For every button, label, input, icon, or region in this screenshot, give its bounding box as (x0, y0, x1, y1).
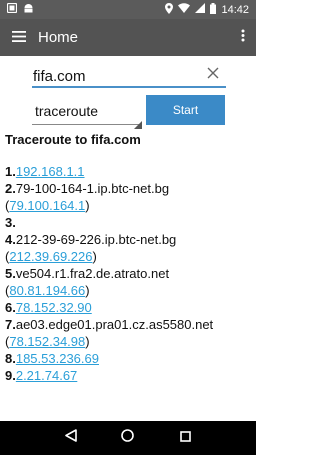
hop-number: 3. (5, 215, 16, 230)
ip-link[interactable]: 78.152.32.90 (16, 300, 92, 315)
result-line: 3. (5, 214, 251, 231)
overflow-menu-button[interactable] (230, 19, 256, 56)
result-line: 4.212-39-69-226.ip.btc-net.bg (5, 231, 251, 248)
android-icon (23, 3, 34, 16)
clear-icon[interactable] (207, 66, 223, 82)
hop-number: 1. (5, 164, 16, 179)
ip-link[interactable]: 80.81.194.66 (9, 283, 85, 298)
host-input[interactable] (32, 62, 226, 88)
home-circle-icon (121, 429, 135, 447)
hop-number: 5. (5, 266, 16, 281)
result-line: (79.100.164.1) (5, 197, 251, 214)
hop-text: ve504.r1.fra2.de.atrato.net (15, 266, 170, 281)
hop-text: ) (92, 249, 97, 264)
app-bar: Home (0, 19, 256, 56)
result-line: 5.ve504.r1.fra2.de.atrato.net (5, 265, 251, 282)
result-line: (80.81.194.66) (5, 282, 251, 299)
hop-text: 79-100-164-1.ip.btc-net.bg (15, 181, 170, 196)
recents-square-icon (180, 429, 191, 447)
ip-link[interactable]: 2.21.74.67 (16, 368, 77, 383)
hop-number: 6. (5, 300, 16, 315)
battery-icon (210, 2, 217, 17)
ip-link[interactable]: 192.168.1.1 (16, 164, 85, 179)
hop-number: 9. (5, 368, 16, 383)
hamburger-menu-icon (12, 29, 26, 47)
hop-number: 7. (5, 317, 16, 332)
status-right-icons: 14:42 (165, 2, 256, 17)
host-field-container (32, 62, 226, 90)
location-pin-icon (165, 2, 174, 17)
app-title: Home (38, 29, 79, 46)
result-line: 7.ae03.edge01.pra01.cz.as5580.net (5, 316, 251, 333)
ip-link[interactable]: 78.152.34.98 (9, 334, 85, 349)
ip-link[interactable]: 212.39.69.226 (9, 249, 92, 264)
result-line: 8.185.53.236.69 (5, 350, 251, 367)
back-button[interactable] (61, 428, 81, 448)
status-time: 14:42 (221, 3, 249, 16)
dropdown-corner-icon (134, 116, 142, 129)
ip-link[interactable]: 79.100.164.1 (9, 198, 85, 213)
status-bar: 14:42 (0, 0, 256, 19)
hop-number: 2. (5, 181, 16, 196)
hop-number: 4. (5, 232, 16, 247)
result-line: 2.79-100-164-1.ip.btc-net.bg (5, 180, 251, 197)
wifi-icon (178, 3, 191, 16)
status-left-icons (0, 2, 34, 16)
traceroute-results: 1.192.168.1.1 2.79-100-164-1.ip.btc-net.b… (5, 163, 251, 384)
ip-link[interactable]: 185.53.236.69 (16, 351, 99, 366)
hamburger-menu-button[interactable] (0, 19, 38, 56)
result-line: 6.78.152.32.90 (5, 299, 251, 316)
cell-signal-icon (195, 3, 206, 16)
mode-dropdown[interactable]: traceroute (32, 98, 142, 129)
result-line: 9.2.21.74.67 (5, 367, 251, 384)
hop-text: ae03.edge01.pra01.cz.as5580.net (15, 317, 214, 332)
more-vertical-icon (241, 29, 245, 47)
hop-text: ) (85, 283, 90, 298)
back-triangle-icon (64, 429, 77, 447)
home-button[interactable] (118, 428, 138, 448)
result-heading: Traceroute to fifa.com (5, 132, 141, 147)
start-button[interactable]: Start (146, 95, 225, 125)
result-line: (78.152.34.98) (5, 333, 251, 350)
hop-text: ) (85, 198, 90, 213)
hop-text: ) (85, 334, 90, 349)
result-line: 1.192.168.1.1 (5, 163, 251, 180)
notification-box-icon (6, 2, 18, 16)
mode-dropdown-value: traceroute (35, 103, 99, 119)
navigation-bar (0, 421, 256, 455)
hop-text: 212-39-69-226.ip.btc-net.bg (15, 232, 177, 247)
result-line: (212.39.69.226) (5, 248, 251, 265)
recents-button[interactable] (175, 428, 195, 448)
hop-number: 8. (5, 351, 16, 366)
